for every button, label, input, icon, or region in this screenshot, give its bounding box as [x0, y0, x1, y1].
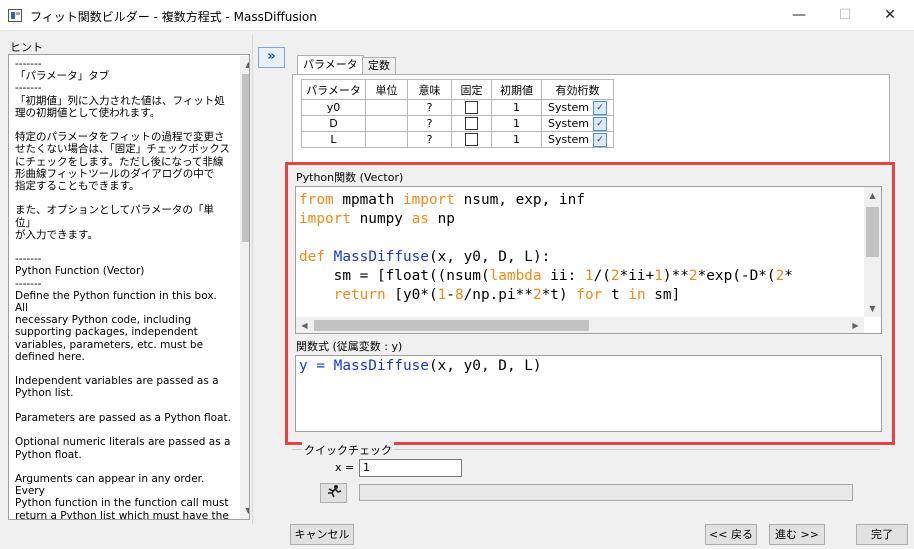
table-row: y0 ? 1 System ✓ [301, 99, 614, 116]
x-input[interactable]: 1 [359, 459, 462, 477]
scroll-left-icon[interactable]: ◀ [296, 317, 313, 333]
code-line: y = MassDiffuse(x, y0, D, L) [299, 358, 542, 374]
column-header: パラメータ [301, 79, 366, 100]
quick-check-label: クイックチェック [302, 442, 394, 458]
run-button[interactable] [320, 483, 347, 503]
python-code-editor[interactable]: from mpmath import nsum, exp, inf import… [295, 186, 882, 334]
scroll-up-icon[interactable]: ▲ [864, 187, 881, 204]
param-name[interactable]: L [301, 131, 366, 148]
window-title: フィット関数ビルダー - 複数方程式 - MassDiffusion [30, 10, 317, 24]
hint-panel: ------- 「パラメータ」タブ ------- 「初期値」列に入力された値は… [8, 54, 250, 520]
param-meaning[interactable]: ? [407, 131, 452, 148]
panel-divider [252, 34, 253, 524]
cancel-button[interactable]: キャンセル [290, 524, 354, 545]
app-icon [8, 9, 22, 22]
code-line: import numpy as np [299, 211, 455, 227]
minimize-button[interactable]: — [776, 0, 822, 31]
hint-scroll-thumb[interactable] [242, 74, 249, 242]
scroll-right-icon[interactable]: ▶ [847, 317, 864, 333]
finish-button[interactable]: 完了 [856, 524, 908, 545]
table-row: D ? 1 System ✓ [301, 115, 614, 132]
sig-value: System [547, 116, 590, 130]
sig-value: System [547, 132, 590, 146]
param-unit[interactable] [365, 99, 408, 116]
python-function-label: Python関数 (Vector) [296, 171, 404, 184]
column-header: 初期値 [491, 79, 542, 100]
param-unit[interactable] [365, 115, 408, 132]
table-row: L ? 1 System ✓ [301, 131, 614, 148]
scroll-down-icon[interactable]: ▼ [240, 502, 249, 519]
scroll-down-icon[interactable]: ▼ [864, 300, 881, 317]
code-line: from mpmath import nsum, exp, inf [299, 192, 585, 208]
param-unit[interactable] [365, 131, 408, 148]
back-button[interactable]: << 戻る [705, 524, 757, 545]
column-header: 単位 [365, 79, 408, 100]
sig-cell: System ✓ [541, 115, 614, 132]
hint-label: ヒント [10, 41, 43, 54]
code-horizontal-scrollbar[interactable]: ◀ ▶ [296, 317, 864, 333]
title-bar: フィット関数ビルダー - 複数方程式 - MassDiffusion — ☐ ✕ [0, 0, 914, 31]
param-name[interactable]: y0 [301, 99, 366, 116]
hint-scrollbar[interactable]: ▲ ▼ [240, 56, 249, 519]
tab-parameters[interactable]: パラメータ [297, 55, 364, 75]
fixed-cell [451, 115, 492, 132]
code-vertical-scrollbar[interactable]: ▲ ▼ [864, 187, 881, 317]
column-header: 有効桁数 [541, 79, 614, 100]
function-expression-editor[interactable]: y = MassDiffuse(x, y0, D, L) [295, 355, 882, 432]
tab-constants[interactable]: 定数 [362, 57, 396, 74]
function-expression-label: 関数式 (従属変数 : y) [296, 340, 403, 353]
quick-check-result [359, 484, 853, 501]
param-name[interactable]: D [301, 115, 366, 132]
param-init[interactable]: 1 [491, 115, 542, 132]
table-header-row: パラメータ 単位 意味 固定 初期値 有効桁数 [301, 79, 614, 100]
fixed-cell [451, 99, 492, 116]
code-line: def MassDiffuse(x, y0, D, L): [299, 249, 551, 265]
code-hscroll-thumb[interactable] [314, 320, 589, 331]
sig-value: System [547, 100, 590, 114]
column-header: 意味 [407, 79, 452, 100]
next-button[interactable]: 進む >> [769, 524, 825, 545]
fixed-cell [451, 131, 492, 148]
code-line: return [y0*(1-8/np.pi**2*t) for t in sm] [333, 287, 681, 303]
close-button[interactable]: ✕ [867, 0, 913, 31]
sig-cell: System ✓ [541, 99, 614, 116]
scroll-up-icon[interactable]: ▲ [240, 56, 249, 73]
dropdown-icon[interactable]: ✓ [593, 100, 608, 115]
dropdown-icon[interactable]: ✓ [593, 116, 608, 131]
dropdown-icon[interactable]: ✓ [593, 132, 608, 147]
expand-button[interactable]: » [258, 47, 285, 68]
param-meaning[interactable]: ? [407, 99, 452, 116]
maximize-button[interactable]: ☐ [822, 0, 868, 31]
code-line: sm = [float((nsum(lambda ii: 1/(2*ii+1)*… [299, 268, 793, 284]
parameter-table: パラメータ 単位 意味 固定 初期値 有効桁数 y0 ? 1 System ✓ D… [301, 79, 614, 148]
param-meaning[interactable]: ? [407, 115, 452, 132]
fixed-checkbox[interactable] [465, 133, 478, 147]
fixed-checkbox[interactable] [465, 117, 478, 131]
run-icon [327, 485, 341, 498]
hint-text: ------- 「パラメータ」タブ ------- 「初期値」列に入力された値は… [15, 58, 231, 520]
fixed-checkbox[interactable] [465, 101, 478, 115]
param-init[interactable]: 1 [491, 99, 542, 116]
sig-cell: System ✓ [541, 131, 614, 148]
column-header: 固定 [451, 79, 492, 100]
x-label: x = [335, 461, 355, 474]
param-init[interactable]: 1 [491, 131, 542, 148]
code-vscroll-thumb[interactable] [866, 207, 879, 257]
